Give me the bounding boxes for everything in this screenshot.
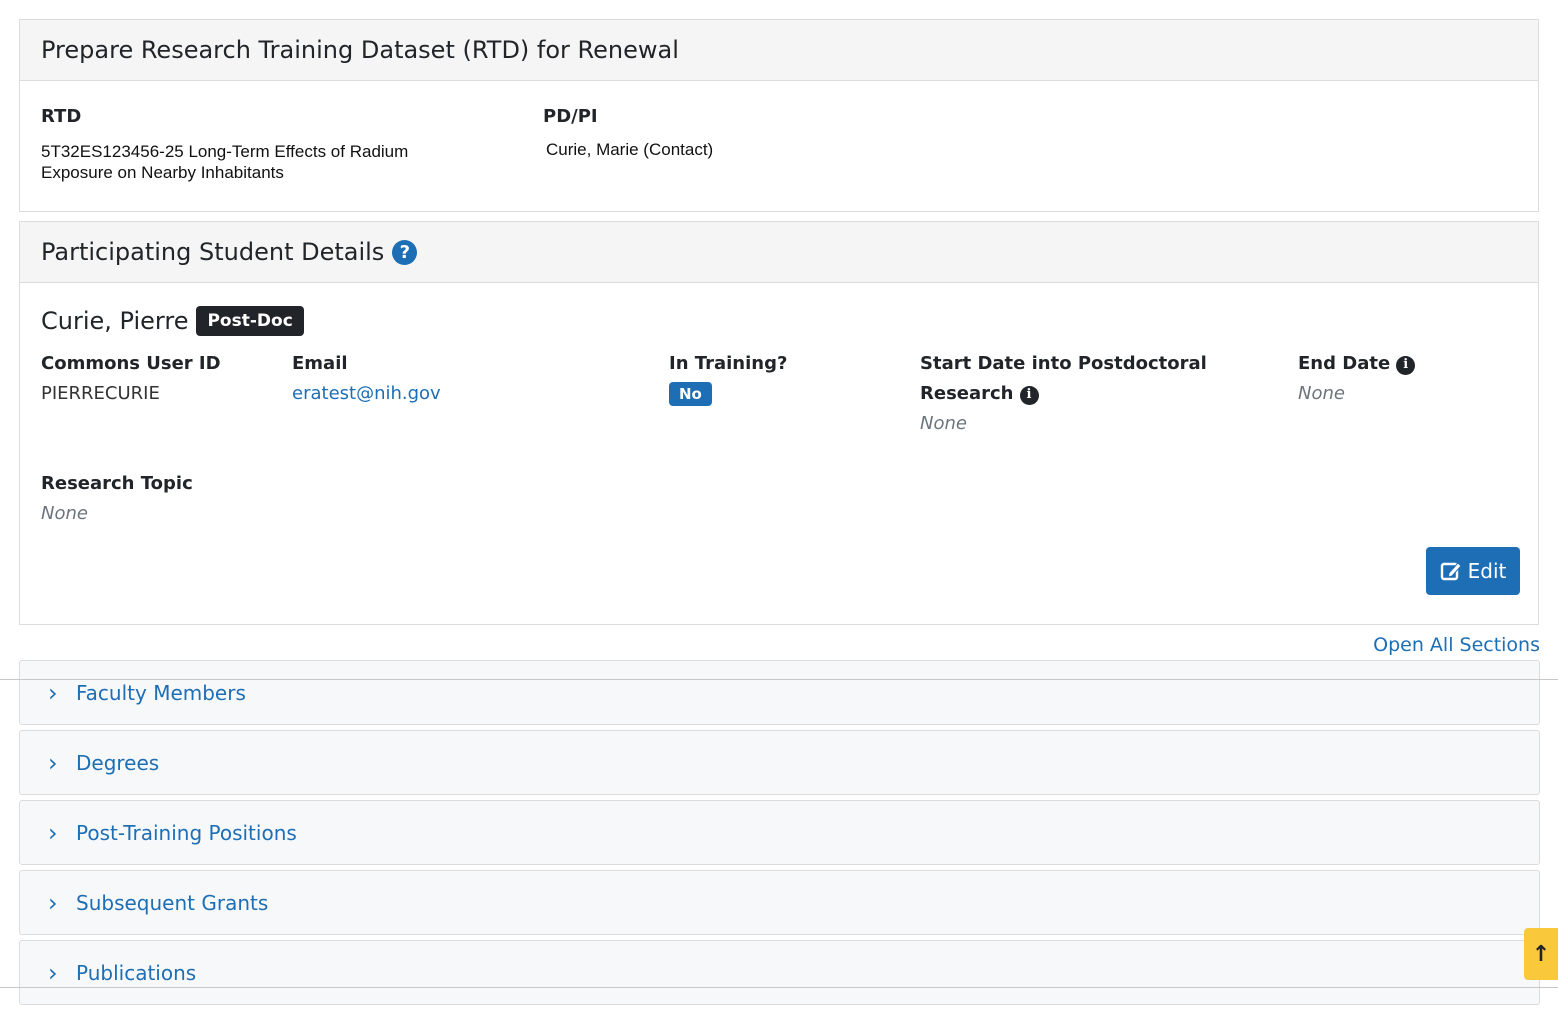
end-date-label-text: End Date — [1298, 353, 1391, 374]
open-all-sections-link[interactable]: Open All Sections — [1373, 634, 1540, 656]
research-topic-label: Research Topic — [41, 473, 193, 494]
rtd-label: RTD — [41, 106, 82, 127]
email-label: Email — [292, 353, 348, 374]
email-field: Email eratest@nih.gov — [292, 349, 441, 409]
in-training-field: In Training? No — [669, 349, 787, 406]
edit-label: Edit — [1467, 559, 1507, 583]
email-link[interactable]: eratest@nih.gov — [292, 379, 441, 409]
info-circle-icon[interactable]: i — [1396, 355, 1416, 375]
section-subsequent-grants[interactable]: › Subsequent Grants — [19, 870, 1540, 935]
student-name-row: Curie, Pierre Post-Doc — [41, 306, 304, 336]
start-date-label: Start Date into Postdoctoral Research i — [920, 349, 1220, 409]
edit-button[interactable]: Edit — [1426, 547, 1520, 595]
commons-id-label: Commons User ID — [41, 353, 221, 374]
student-card-header: Participating Student Details ? — [20, 222, 1538, 283]
chevron-right-icon: › — [48, 678, 58, 707]
section-label: Degrees — [76, 750, 160, 775]
chevron-right-icon: › — [48, 888, 58, 917]
student-name: Curie, Pierre — [41, 307, 189, 335]
pdpi-value: Curie, Marie (Contact) — [546, 140, 714, 159]
scroll-to-top-button[interactable]: ↑ — [1524, 928, 1558, 980]
commons-id-field: Commons User ID PIERRECURIE — [41, 349, 221, 409]
in-training-label: In Training? — [669, 353, 788, 374]
divider — [0, 987, 1558, 988]
info-circle-icon[interactable]: i — [1019, 385, 1039, 405]
chevron-right-icon: › — [48, 958, 58, 987]
pdpi-label: PD/PI — [543, 106, 598, 127]
student-section-title: Participating Student Details — [41, 238, 385, 266]
role-badge: Post-Doc — [196, 306, 304, 336]
rtd-value: 5T32ES123456-25 Long-Term Effects of Rad… — [41, 142, 409, 182]
student-details-card: Participating Student Details ? Curie, P… — [19, 221, 1539, 625]
start-date-label-text: Start Date into Postdoctoral Research — [920, 353, 1207, 404]
start-date-value: None — [920, 413, 967, 434]
arrow-up-icon: ↑ — [1531, 941, 1551, 967]
question-circle-icon[interactable]: ? — [392, 239, 418, 265]
chevron-right-icon: › — [48, 818, 58, 847]
section-publications[interactable]: › Publications — [19, 940, 1540, 1005]
research-topic-value: None — [41, 503, 88, 524]
page-title: Prepare Research Training Dataset (RTD) … — [41, 36, 679, 64]
research-topic-field: Research Topic None — [41, 469, 193, 529]
section-degrees[interactable]: › Degrees — [19, 730, 1540, 795]
commons-id-value: PIERRECURIE — [41, 383, 160, 404]
rtd-field: RTD 5T32ES123456-25 Long-Term Effects of… — [41, 106, 461, 183]
rtd-summary-card: Prepare Research Training Dataset (RTD) … — [19, 19, 1539, 212]
section-post-training-positions[interactable]: › Post-Training Positions — [19, 800, 1540, 865]
end-date-value: None — [1298, 383, 1345, 404]
end-date-field: End Date i None — [1298, 349, 1416, 409]
chevron-right-icon: › — [48, 748, 58, 777]
pdpi-field: PD/PI Curie, Marie (Contact) — [543, 106, 713, 160]
edit-icon — [1440, 562, 1462, 581]
section-label: Publications — [76, 960, 197, 985]
in-training-badge: No — [669, 382, 712, 406]
rtd-card-header: Prepare Research Training Dataset (RTD) … — [20, 20, 1538, 81]
section-label: Subsequent Grants — [76, 890, 269, 915]
start-date-field: Start Date into Postdoctoral Research i N… — [920, 349, 1220, 439]
section-label: Faculty Members — [76, 680, 246, 705]
section-label: Post-Training Positions — [76, 820, 297, 845]
divider — [0, 679, 1558, 680]
section-faculty-members[interactable]: › Faculty Members — [19, 660, 1540, 725]
end-date-label: End Date i — [1298, 349, 1416, 379]
